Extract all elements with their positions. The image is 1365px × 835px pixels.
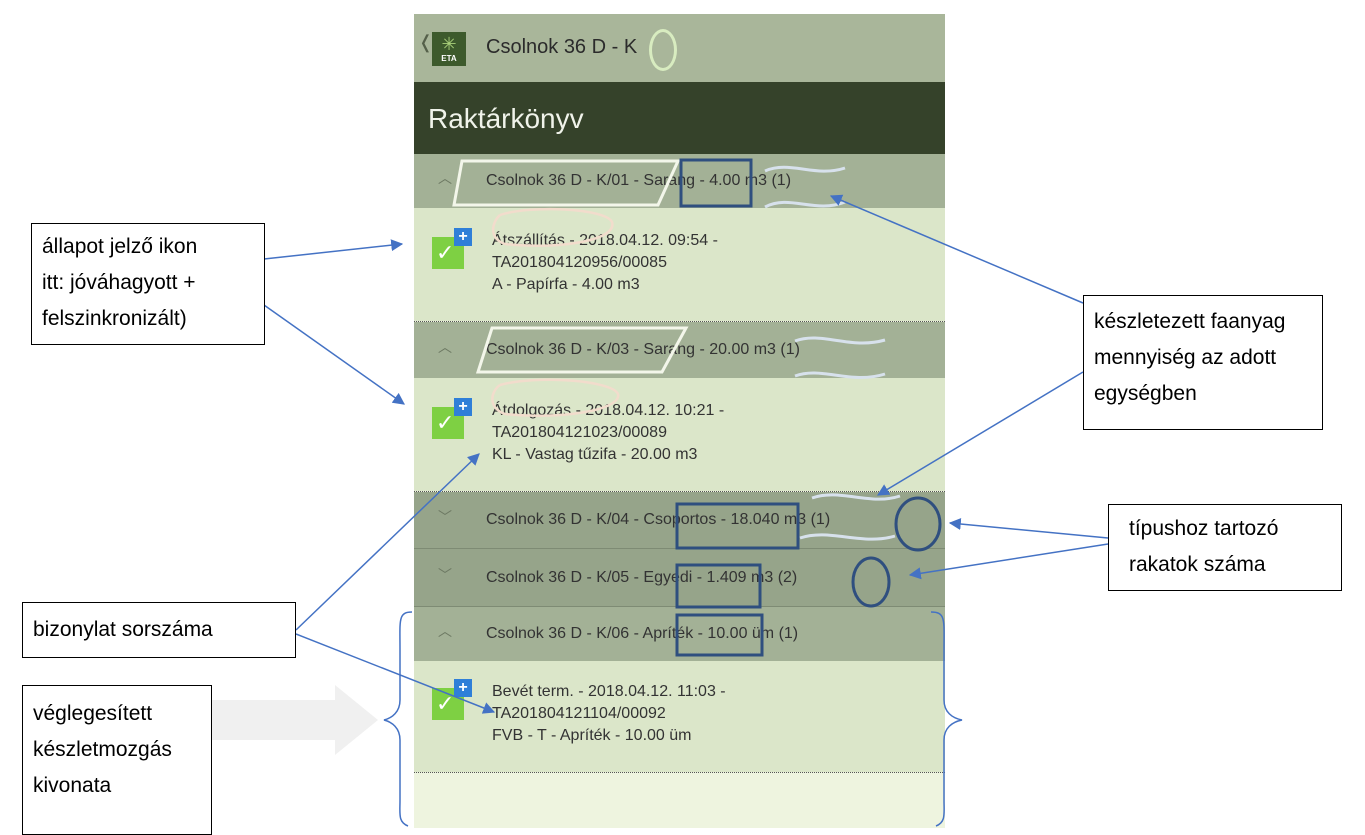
highlight-scribble [491,378,620,417]
brace [930,611,963,827]
block-arrow [212,685,378,755]
arrow [829,194,1084,304]
callout-status-icon: állapot jelző ikon itt: jóváhagyott + fe… [31,223,265,345]
highlight-squiggle [794,371,886,379]
arrow [295,453,480,631]
arrow [948,518,1109,539]
highlight-squiggle [799,533,896,541]
callout-doc-number: bizonylat sorszáma [22,602,296,658]
highlight-circle [894,496,942,552]
arrow [263,239,404,260]
highlight-box [675,502,800,550]
highlight-box [675,613,764,657]
callout-finalized: véglegesített készletmozgás kivonata [22,685,212,835]
callout-stack-count: típushoz tartozó rakatok száma [1108,504,1342,591]
highlight-box [452,159,681,207]
arrow [908,543,1109,580]
highlight-squiggle [764,165,846,173]
highlight-squiggle [811,493,901,501]
highlight-circle [851,556,891,608]
arrow [263,304,405,405]
highlight-box [675,563,762,609]
brace [383,611,413,827]
arrow [876,371,1084,496]
highlight-squiggle [764,200,846,209]
highlight-squiggle [794,336,886,345]
highlight-box [475,326,689,374]
callout-quantity: készletezett faanyag mennyiség az adott … [1083,295,1323,430]
highlight-scribble [491,207,614,247]
highlight-box [679,158,753,208]
